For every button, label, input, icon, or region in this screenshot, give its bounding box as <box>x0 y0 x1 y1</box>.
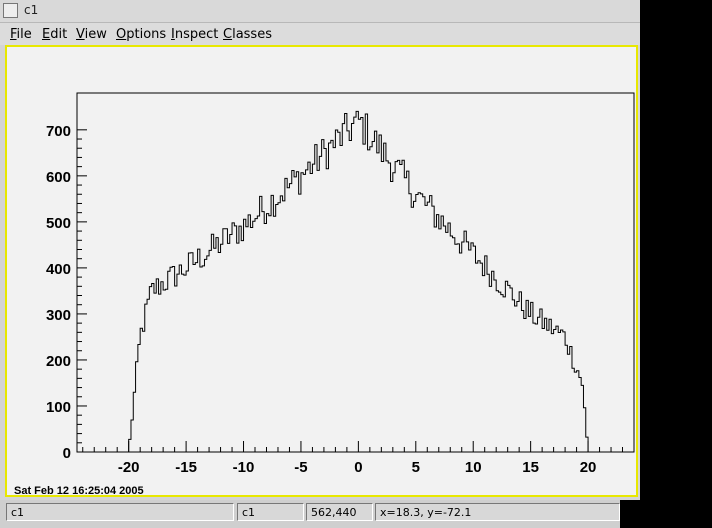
status-pixel-position: 562,440 <box>306 503 373 521</box>
x-tick-label: -10 <box>233 459 255 476</box>
x-tick-label: -15 <box>175 459 197 476</box>
y-tick-label: 700 <box>46 123 71 140</box>
x-tick-label: -5 <box>294 459 307 476</box>
status-canvas-name: c1 <box>6 503 234 521</box>
window-title: c1 <box>24 3 39 17</box>
menu-file[interactable]: File <box>10 27 32 42</box>
y-tick-label: 0 <box>63 445 71 462</box>
y-tick-label: 600 <box>46 169 71 186</box>
menu-classes[interactable]: Classes <box>223 27 272 42</box>
root-window: c1 File Edit View Options Inspect Classe… <box>0 0 640 500</box>
status-object-name: c1 <box>237 503 304 521</box>
plot-frame <box>76 92 635 453</box>
menu-options[interactable]: Options <box>116 27 166 42</box>
x-tick-label: 10 <box>465 459 482 476</box>
y-tick-label: 500 <box>46 215 71 232</box>
window-menu-icon[interactable] <box>3 3 18 18</box>
x-tick-label: 0 <box>354 459 362 476</box>
desktop-background <box>640 0 712 528</box>
y-tick-label: 200 <box>46 353 71 370</box>
menu-edit[interactable]: Edit <box>42 27 67 42</box>
date-stamp: Sat Feb 12 16:25:04 2005 <box>14 485 144 497</box>
status-coordinates: x=18.3, y=-72.1 <box>375 503 620 521</box>
y-tick-label: 400 <box>46 261 71 278</box>
menu-bar: File Edit View Options Inspect Classes <box>0 23 640 45</box>
menu-inspect[interactable]: Inspect <box>171 27 218 42</box>
menu-view[interactable]: View <box>76 27 107 42</box>
status-bar: c1 c1 562,440 x=18.3, y=-72.1 <box>0 500 620 528</box>
x-tick-label: 15 <box>522 459 539 476</box>
title-bar[interactable]: c1 <box>0 0 640 23</box>
x-tick-label: 5 <box>412 459 420 476</box>
x-tick-label: -20 <box>118 459 140 476</box>
y-tick-label: 100 <box>46 399 71 416</box>
histogram-plot[interactable]: 0 100 200 300 400 500 600 700 -20 -15 -10 -5 0 5 10 15… <box>7 47 636 495</box>
x-tick-label: 20 <box>580 459 597 476</box>
y-tick-label: 300 <box>46 307 71 324</box>
